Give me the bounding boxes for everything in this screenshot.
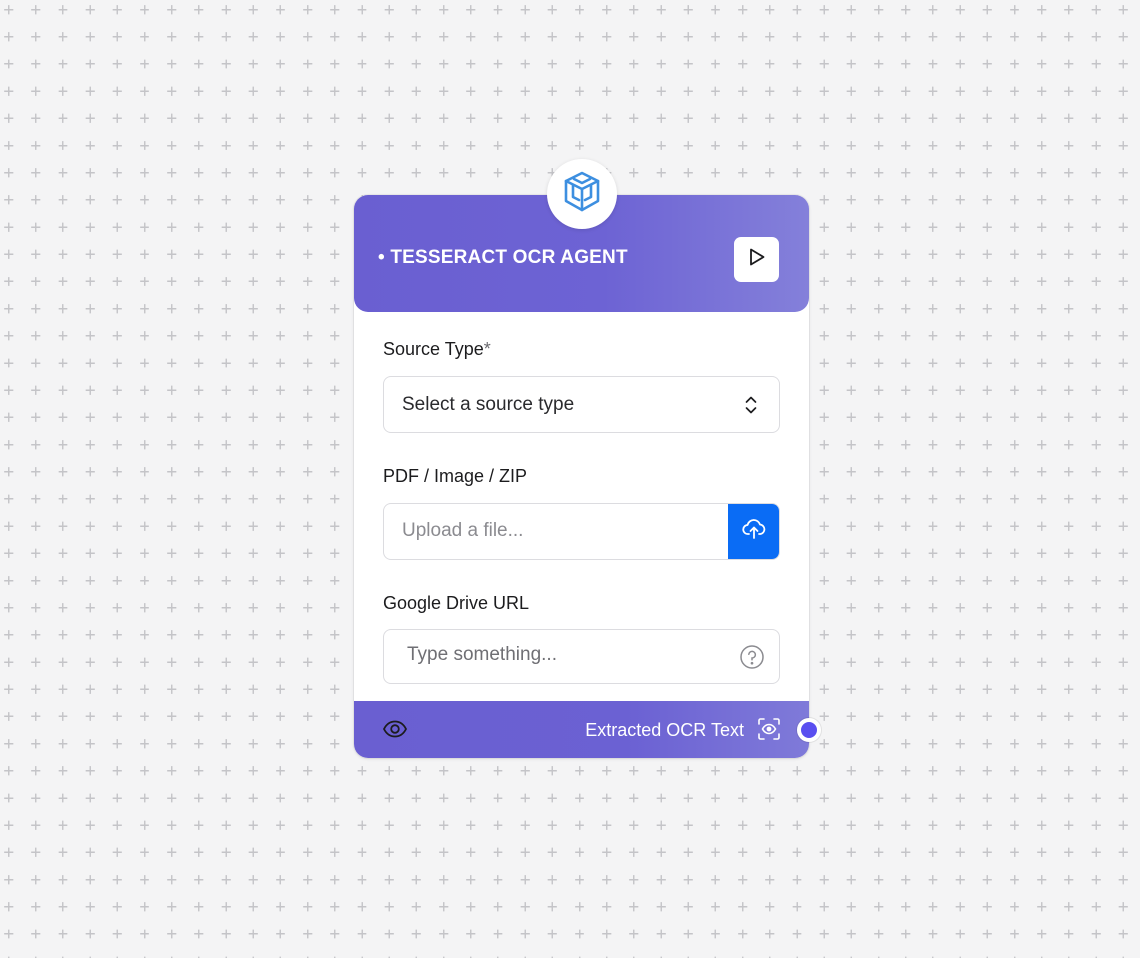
gdrive-url-input[interactable]: [407, 644, 727, 666]
eye-icon[interactable]: [382, 718, 408, 745]
output-label: Extracted OCR Text: [585, 720, 744, 740]
play-icon: [748, 247, 766, 272]
source-type-select[interactable]: Select a source type: [383, 376, 780, 433]
gdrive-field: [383, 629, 780, 684]
scan-eye-icon: [757, 717, 781, 746]
output-connection-handle[interactable]: [797, 718, 821, 742]
cloud-upload-icon: [742, 518, 766, 545]
file-placeholder: Upload a file...: [402, 520, 524, 541]
upload-button[interactable]: [728, 504, 779, 559]
gdrive-label: Google Drive URL: [383, 593, 530, 613]
ocr-agent-node[interactable]: • TESSERACT OCR AGENT Source Type* Selec…: [354, 159, 821, 758]
source-type-label: Source Type*: [383, 339, 491, 359]
agent-logo: [547, 159, 617, 229]
file-upload-field[interactable]: Upload a file...: [383, 503, 780, 560]
run-button[interactable]: [734, 237, 779, 282]
file-label: PDF / Image / ZIP: [383, 466, 528, 486]
cube-logo-icon: [559, 169, 605, 220]
source-type-value: Select a source type: [402, 393, 575, 415]
help-circle-icon[interactable]: [739, 644, 765, 675]
chevron-up-down-icon: [743, 394, 759, 421]
node-title: • TESSERACT OCR AGENT: [378, 247, 628, 268]
node-footer: Extracted OCR Text: [354, 701, 809, 758]
required-asterisk: *: [483, 339, 491, 359]
